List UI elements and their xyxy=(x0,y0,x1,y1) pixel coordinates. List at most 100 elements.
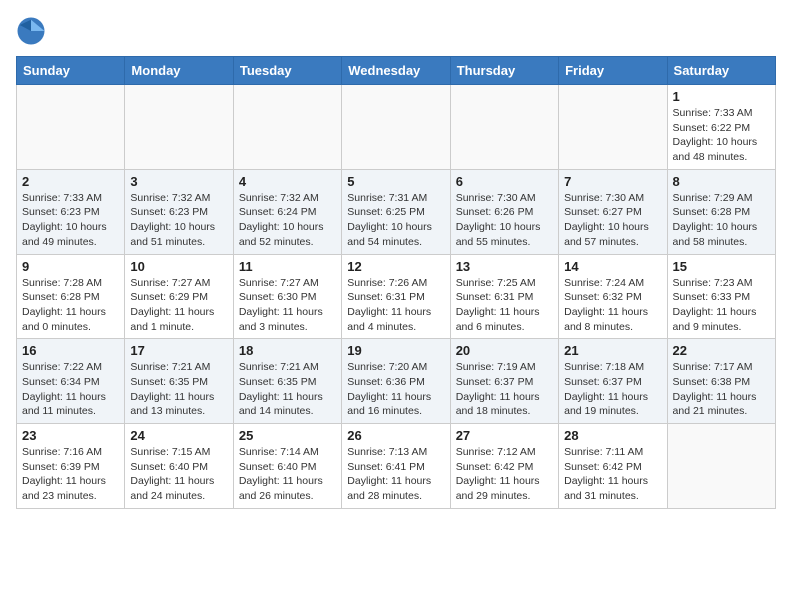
calendar-cell: 25 Sunrise: 7:14 AM Sunset: 6:40 PM Dayli… xyxy=(233,424,341,509)
calendar-cell: 1 Sunrise: 7:33 AM Sunset: 6:22 PM Daylig… xyxy=(667,85,775,170)
day-number: 28 xyxy=(564,428,661,443)
day-info: Sunrise: 7:15 AM Sunset: 6:40 PM Dayligh… xyxy=(130,445,227,504)
calendar-cell: 22 Sunrise: 7:17 AM Sunset: 6:38 PM Dayli… xyxy=(667,339,775,424)
day-info: Sunrise: 7:21 AM Sunset: 6:35 PM Dayligh… xyxy=(239,360,336,419)
calendar-cell xyxy=(342,85,450,170)
day-info: Sunrise: 7:26 AM Sunset: 6:31 PM Dayligh… xyxy=(347,276,444,335)
calendar-week-row: 16 Sunrise: 7:22 AM Sunset: 6:34 PM Dayli… xyxy=(17,339,776,424)
day-info: Sunrise: 7:19 AM Sunset: 6:37 PM Dayligh… xyxy=(456,360,553,419)
day-number: 11 xyxy=(239,259,336,274)
day-number: 18 xyxy=(239,343,336,358)
calendar-cell: 9 Sunrise: 7:28 AM Sunset: 6:28 PM Daylig… xyxy=(17,254,125,339)
day-info: Sunrise: 7:32 AM Sunset: 6:23 PM Dayligh… xyxy=(130,191,227,250)
calendar-cell: 6 Sunrise: 7:30 AM Sunset: 6:26 PM Daylig… xyxy=(450,169,558,254)
day-number: 24 xyxy=(130,428,227,443)
calendar-cell: 2 Sunrise: 7:33 AM Sunset: 6:23 PM Daylig… xyxy=(17,169,125,254)
day-number: 19 xyxy=(347,343,444,358)
day-info: Sunrise: 7:22 AM Sunset: 6:34 PM Dayligh… xyxy=(22,360,119,419)
day-number: 17 xyxy=(130,343,227,358)
day-number: 20 xyxy=(456,343,553,358)
calendar-cell: 18 Sunrise: 7:21 AM Sunset: 6:35 PM Dayli… xyxy=(233,339,341,424)
calendar-cell: 17 Sunrise: 7:21 AM Sunset: 6:35 PM Dayli… xyxy=(125,339,233,424)
day-number: 26 xyxy=(347,428,444,443)
calendar-cell: 5Sunrise: 7:31 AM Sunset: 6:25 PM Daylig… xyxy=(342,169,450,254)
calendar-cell xyxy=(17,85,125,170)
calendar-cell: 3 Sunrise: 7:32 AM Sunset: 6:23 PM Daylig… xyxy=(125,169,233,254)
day-number: 23 xyxy=(22,428,119,443)
day-number: 25 xyxy=(239,428,336,443)
calendar-cell: 19 Sunrise: 7:20 AM Sunset: 6:36 PM Dayli… xyxy=(342,339,450,424)
day-number: 27 xyxy=(456,428,553,443)
day-number: 16 xyxy=(22,343,119,358)
day-number: 3 xyxy=(130,174,227,189)
weekday-header-wednesday: Wednesday xyxy=(342,57,450,85)
day-info: Sunrise: 7:18 AM Sunset: 6:37 PM Dayligh… xyxy=(564,360,661,419)
weekday-header-monday: Monday xyxy=(125,57,233,85)
calendar-cell: 20 Sunrise: 7:19 AM Sunset: 6:37 PM Dayli… xyxy=(450,339,558,424)
day-info: Sunrise: 7:12 AM Sunset: 6:42 PM Dayligh… xyxy=(456,445,553,504)
day-number: 5 xyxy=(347,174,444,189)
calendar-cell xyxy=(667,424,775,509)
day-info: Sunrise: 7:30 AM Sunset: 6:27 PM Dayligh… xyxy=(564,191,661,250)
day-info: Sunrise: 7:24 AM Sunset: 6:32 PM Dayligh… xyxy=(564,276,661,335)
logo xyxy=(16,16,48,46)
calendar-cell: 16 Sunrise: 7:22 AM Sunset: 6:34 PM Dayli… xyxy=(17,339,125,424)
calendar-cell: 14 Sunrise: 7:24 AM Sunset: 6:32 PM Dayli… xyxy=(559,254,667,339)
calendar-cell: 28 Sunrise: 7:11 AM Sunset: 6:42 PM Dayli… xyxy=(559,424,667,509)
day-info: Sunrise: 7:32 AM Sunset: 6:24 PM Dayligh… xyxy=(239,191,336,250)
day-number: 14 xyxy=(564,259,661,274)
calendar-cell: 21 Sunrise: 7:18 AM Sunset: 6:37 PM Dayli… xyxy=(559,339,667,424)
day-info: Sunrise: 7:28 AM Sunset: 6:28 PM Dayligh… xyxy=(22,276,119,335)
calendar-cell: 24 Sunrise: 7:15 AM Sunset: 6:40 PM Dayli… xyxy=(125,424,233,509)
day-info: Sunrise: 7:20 AM Sunset: 6:36 PM Dayligh… xyxy=(347,360,444,419)
calendar-cell: 15Sunrise: 7:23 AM Sunset: 6:33 PM Dayli… xyxy=(667,254,775,339)
day-info: Sunrise: 7:21 AM Sunset: 6:35 PM Dayligh… xyxy=(130,360,227,419)
calendar-cell xyxy=(559,85,667,170)
day-info: Sunrise: 7:14 AM Sunset: 6:40 PM Dayligh… xyxy=(239,445,336,504)
day-number: 13 xyxy=(456,259,553,274)
day-info: Sunrise: 7:11 AM Sunset: 6:42 PM Dayligh… xyxy=(564,445,661,504)
logo-icon xyxy=(16,16,46,46)
day-number: 21 xyxy=(564,343,661,358)
day-info: Sunrise: 7:33 AM Sunset: 6:23 PM Dayligh… xyxy=(22,191,119,250)
day-number: 6 xyxy=(456,174,553,189)
weekday-header-thursday: Thursday xyxy=(450,57,558,85)
calendar-week-row: 2 Sunrise: 7:33 AM Sunset: 6:23 PM Daylig… xyxy=(17,169,776,254)
day-info: Sunrise: 7:27 AM Sunset: 6:30 PM Dayligh… xyxy=(239,276,336,335)
calendar-cell: 27 Sunrise: 7:12 AM Sunset: 6:42 PM Dayli… xyxy=(450,424,558,509)
calendar-cell: 8Sunrise: 7:29 AM Sunset: 6:28 PM Daylig… xyxy=(667,169,775,254)
day-number: 15 xyxy=(673,259,770,274)
day-info: Sunrise: 7:17 AM Sunset: 6:38 PM Dayligh… xyxy=(673,360,770,419)
calendar-cell: 4 Sunrise: 7:32 AM Sunset: 6:24 PM Daylig… xyxy=(233,169,341,254)
weekday-header-tuesday: Tuesday xyxy=(233,57,341,85)
day-number: 2 xyxy=(22,174,119,189)
weekday-header-friday: Friday xyxy=(559,57,667,85)
day-info: Sunrise: 7:33 AM Sunset: 6:22 PM Dayligh… xyxy=(673,106,770,165)
day-number: 22 xyxy=(673,343,770,358)
calendar-cell: 23 Sunrise: 7:16 AM Sunset: 6:39 PM Dayli… xyxy=(17,424,125,509)
day-info: Sunrise: 7:25 AM Sunset: 6:31 PM Dayligh… xyxy=(456,276,553,335)
day-number: 7 xyxy=(564,174,661,189)
calendar-cell: 7 Sunrise: 7:30 AM Sunset: 6:27 PM Daylig… xyxy=(559,169,667,254)
day-number: 10 xyxy=(130,259,227,274)
day-number: 8 xyxy=(673,174,770,189)
calendar-week-row: 9 Sunrise: 7:28 AM Sunset: 6:28 PM Daylig… xyxy=(17,254,776,339)
day-info: Sunrise: 7:16 AM Sunset: 6:39 PM Dayligh… xyxy=(22,445,119,504)
day-number: 9 xyxy=(22,259,119,274)
weekday-header-saturday: Saturday xyxy=(667,57,775,85)
calendar-cell: 13 Sunrise: 7:25 AM Sunset: 6:31 PM Dayli… xyxy=(450,254,558,339)
calendar-cell xyxy=(233,85,341,170)
page-header xyxy=(16,16,776,46)
calendar-cell xyxy=(450,85,558,170)
day-info: Sunrise: 7:27 AM Sunset: 6:29 PM Dayligh… xyxy=(130,276,227,335)
day-info: Sunrise: 7:30 AM Sunset: 6:26 PM Dayligh… xyxy=(456,191,553,250)
calendar-table: SundayMondayTuesdayWednesdayThursdayFrid… xyxy=(16,56,776,509)
calendar-header-row: SundayMondayTuesdayWednesdayThursdayFrid… xyxy=(17,57,776,85)
day-number: 4 xyxy=(239,174,336,189)
calendar-cell xyxy=(125,85,233,170)
day-number: 12 xyxy=(347,259,444,274)
calendar-week-row: 23 Sunrise: 7:16 AM Sunset: 6:39 PM Dayli… xyxy=(17,424,776,509)
day-number: 1 xyxy=(673,89,770,104)
calendar-cell: 10 Sunrise: 7:27 AM Sunset: 6:29 PM Dayli… xyxy=(125,254,233,339)
day-info: Sunrise: 7:13 AM Sunset: 6:41 PM Dayligh… xyxy=(347,445,444,504)
